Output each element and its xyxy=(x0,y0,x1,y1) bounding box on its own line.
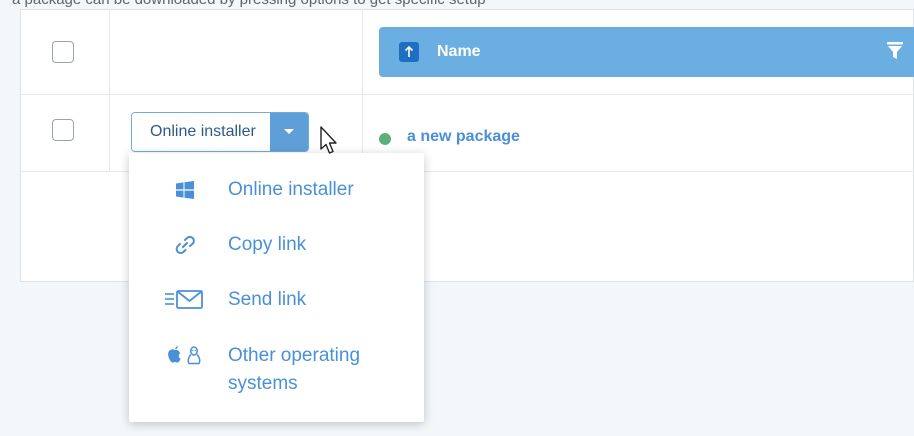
menu-item-label: Online installer xyxy=(228,179,354,200)
menu-item-send-link[interactable]: Send link xyxy=(129,287,424,317)
status-indicator xyxy=(379,133,391,145)
menu-item-label: Send link xyxy=(228,289,307,310)
table-header-row: Name xyxy=(21,10,914,95)
column-divider xyxy=(362,10,363,94)
menu-item-label-line2: systems xyxy=(228,373,298,394)
apple-linux-icon xyxy=(163,343,207,369)
name-column-label: Name xyxy=(437,43,481,60)
menu-item-online-installer[interactable]: Online installer xyxy=(129,177,424,207)
row-checkbox[interactable] xyxy=(52,119,74,141)
menu-item-other-os[interactable]: Other operating systems xyxy=(129,343,424,399)
column-divider xyxy=(109,95,110,171)
arrow-up-icon[interactable] xyxy=(399,42,419,62)
column-divider xyxy=(109,10,110,94)
menu-item-copy-link[interactable]: Copy link xyxy=(129,232,424,262)
envelope-icon xyxy=(163,287,207,313)
name-column-header[interactable]: Name xyxy=(379,27,914,77)
online-installer-button[interactable]: Online installer xyxy=(132,113,270,151)
caret-down-icon xyxy=(283,129,294,134)
download-split-button[interactable]: Online installer xyxy=(131,112,309,152)
filter-icon[interactable] xyxy=(887,42,903,60)
package-name-link[interactable]: a new package xyxy=(407,128,520,146)
cropped-top-text: a package can be downloaded by pressing … xyxy=(12,0,912,8)
menu-item-label-line1: Other operating xyxy=(228,345,361,366)
link-icon xyxy=(163,232,207,258)
menu-item-label: Copy link xyxy=(228,234,307,255)
dropdown-toggle-button[interactable] xyxy=(269,113,308,151)
page: a package can be downloaded by pressing … xyxy=(0,0,914,436)
download-options-menu: Online installer Copy link Send link Oth… xyxy=(129,153,424,422)
windows-icon xyxy=(163,177,207,203)
select-all-checkbox[interactable] xyxy=(52,41,74,63)
